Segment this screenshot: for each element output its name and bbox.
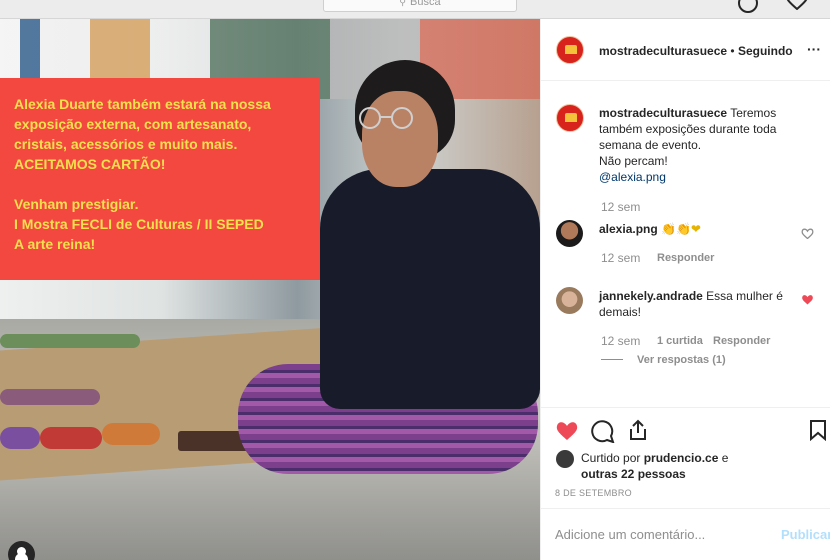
comment-text: demais! <box>599 305 642 319</box>
liker-username[interactable]: prudencio.ce <box>644 451 719 465</box>
comment-username[interactable]: alexia.png <box>599 222 658 236</box>
caption-line: semana de evento. <box>599 138 702 152</box>
yarn-roll <box>0 427 40 449</box>
post-header: mostradeculturasuece • Seguindo ··· <box>541 19 830 81</box>
view-replies-button[interactable]: Ver respostas (1) <box>637 354 726 366</box>
comment: jannekely.andrade Essa mulher é demais! <box>599 288 799 320</box>
caption-line: também exposições durante toda <box>599 122 777 136</box>
comment-input[interactable]: Adicione um comentário... <box>555 527 705 542</box>
follow-status[interactable]: Seguindo <box>738 44 793 58</box>
more-icon[interactable]: ··· <box>807 41 821 57</box>
wooden-box <box>178 431 248 451</box>
search-icon: ⚲ <box>399 0 406 7</box>
mention-link[interactable]: @alexia.png <box>599 170 666 184</box>
bracelets <box>0 334 140 348</box>
explore-icon[interactable] <box>738 0 758 13</box>
caption-line: Teremos <box>730 106 777 120</box>
comment: alexia.png 👏👏❤ <box>599 221 701 237</box>
bracelets <box>0 389 100 405</box>
search-placeholder: Busca <box>410 0 441 8</box>
commenter-avatar[interactable] <box>556 287 583 314</box>
liked-comment-icon[interactable] <box>801 294 814 305</box>
save-icon[interactable] <box>809 419 827 441</box>
reply-button[interactable]: Responder <box>713 335 770 347</box>
comment-time: 12 sem <box>601 334 641 348</box>
yarn-roll <box>40 427 102 449</box>
comment-likes[interactable]: 1 curtida <box>657 335 703 347</box>
search-input[interactable]: ⚲ Busca <box>323 0 517 12</box>
others-likes[interactable]: outras 22 pessoas <box>581 467 686 481</box>
comment-username[interactable]: jannekely.andrade <box>599 289 703 303</box>
likes-suffix: e <box>721 451 729 465</box>
person-body <box>320 169 540 409</box>
like-heart-icon[interactable] <box>555 420 579 441</box>
publish-button[interactable]: Publicar <box>781 527 830 542</box>
caption-line: Não percam! <box>599 154 668 168</box>
caption-avatar[interactable] <box>556 104 584 132</box>
caption-username[interactable]: mostradeculturasuece <box>599 106 727 120</box>
header-username[interactable]: mostradeculturasuece <box>599 44 727 58</box>
glasses <box>359 107 413 129</box>
overlay-text: Alexia Duarte também estará na nossa exp… <box>14 96 271 252</box>
caption-time: 12 sem <box>601 200 641 214</box>
post-image[interactable]: Alexia Duarte também estará na nossa exp… <box>0 19 540 560</box>
yarn-roll <box>102 423 160 445</box>
caption: mostradeculturasuece Teremos também expo… <box>599 105 819 185</box>
top-nav-bar: ⚲ Busca <box>0 0 830 19</box>
comment-box: Adicione um comentário... Publicar <box>541 508 830 560</box>
post-date: 8 DE SETEMBRO <box>555 488 632 498</box>
post-side-panel: mostradeculturasuece • Seguindo ··· most… <box>540 19 830 560</box>
comment-time: 12 sem <box>601 251 641 265</box>
activity-heart-icon[interactable] <box>785 0 809 10</box>
post-actions: Curtido por prudencio.ce e outras 22 pes… <box>541 407 830 507</box>
like-comment-icon[interactable] <box>801 228 814 239</box>
reply-button[interactable]: Responder <box>657 252 714 264</box>
comment-text: 👏👏❤ <box>661 222 701 236</box>
person-face <box>362 91 438 187</box>
liker-avatar[interactable] <box>556 450 574 468</box>
account-avatar[interactable] <box>556 36 584 64</box>
comment-text: Essa mulher é <box>706 289 783 303</box>
text-overlay: Alexia Duarte também estará na nossa exp… <box>0 78 320 280</box>
share-icon[interactable] <box>627 419 649 441</box>
likes-prefix: Curtido por <box>581 451 641 465</box>
replies-divider <box>601 359 623 360</box>
separator: • <box>730 44 735 58</box>
comment-icon[interactable] <box>591 419 615 443</box>
commenter-avatar[interactable] <box>556 220 583 247</box>
